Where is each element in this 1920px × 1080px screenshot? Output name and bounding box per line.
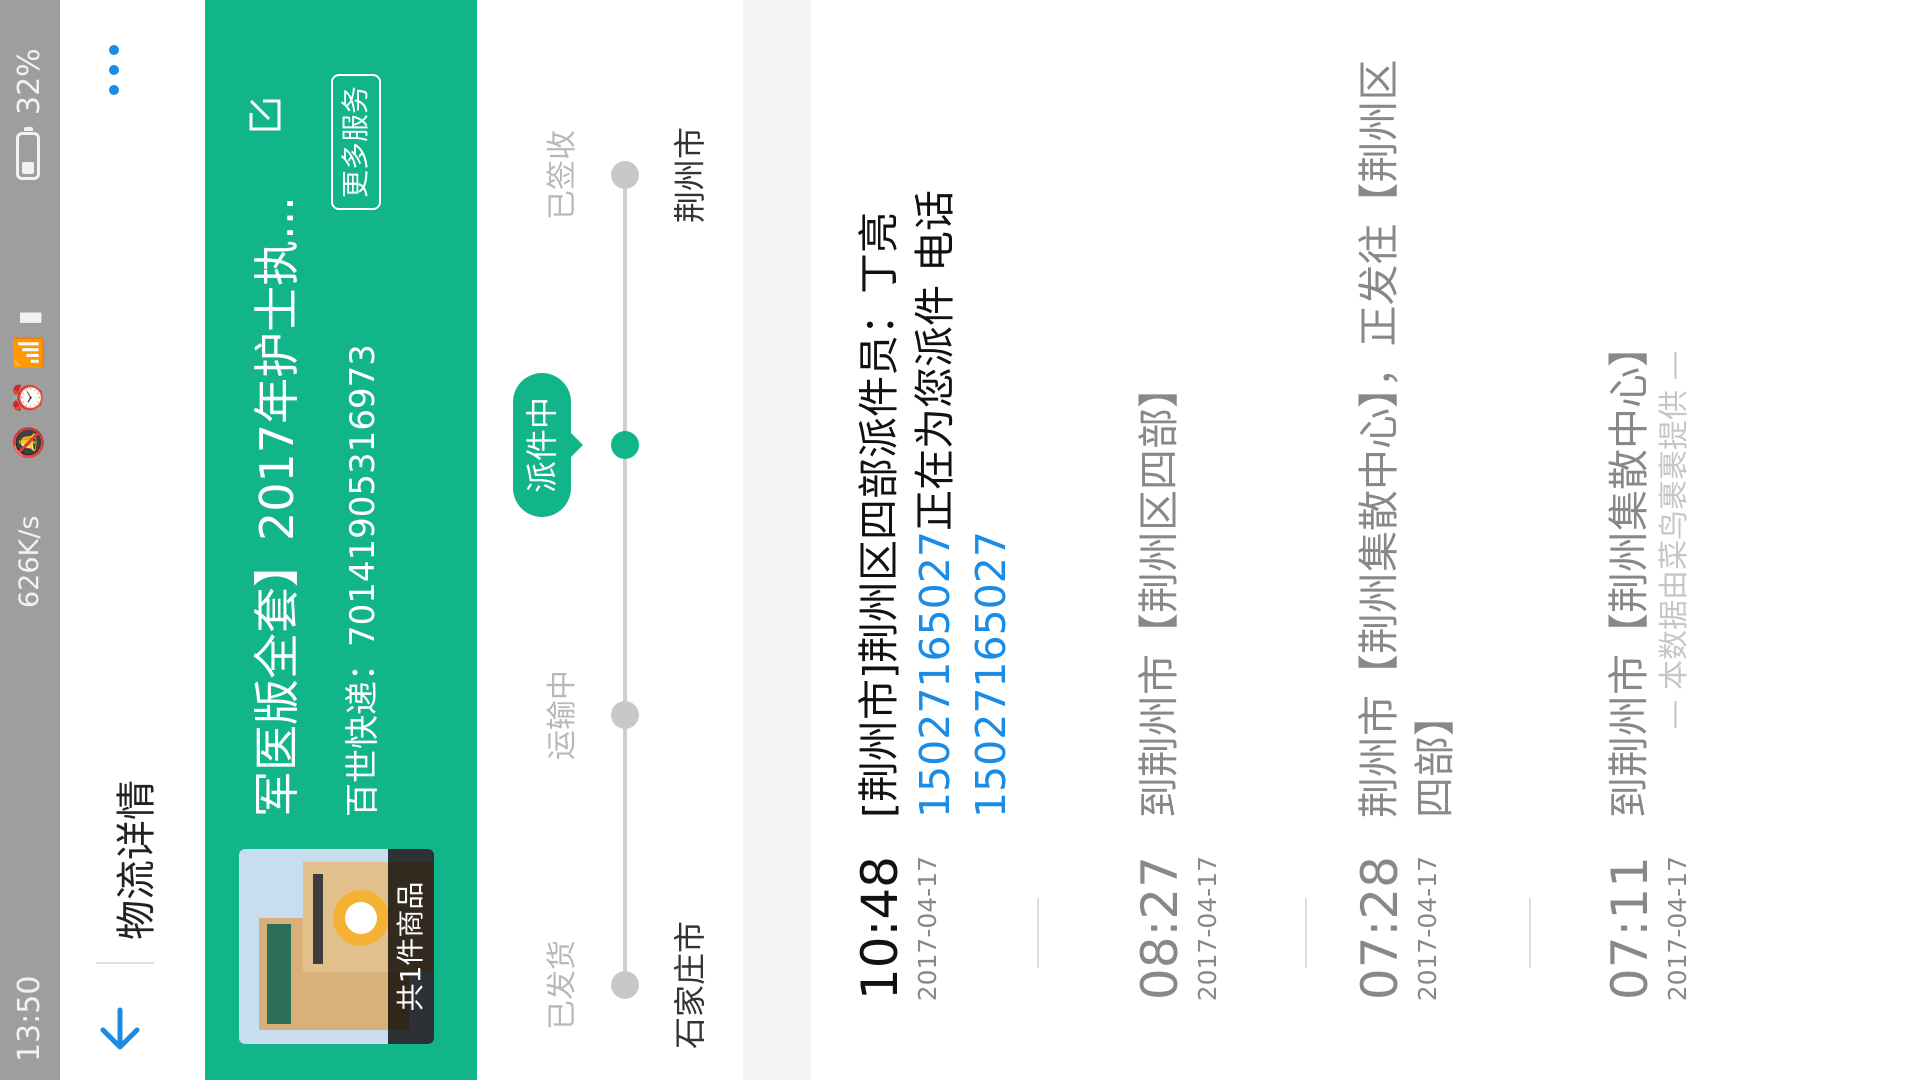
arrow-back-icon[interactable] [90, 998, 150, 1058]
section-divider [743, 0, 811, 1080]
timeline-description: [荆州市]荆州区四部派件员：丁亮 15027165027正在为您派件 电话1502… [851, 28, 1019, 818]
progress-tracker: 已发货 运输中 派件中 已签收 石家庄市 荆州市 [477, 0, 743, 1080]
timeline-time: 10:48 [851, 856, 909, 1001]
item-count-badge: 共1件商品 [388, 849, 434, 1044]
timeline-description: 到荆州市【荆州区四部】 [1131, 28, 1187, 818]
timeline-description: 荆州市【荆州集散中心】，正发往【荆州区四部】 [1351, 28, 1463, 819]
timeline-time: 07:28 [1351, 856, 1409, 1001]
timeline-timestamp: 08:27 2017-04-17 [1131, 856, 1222, 1066]
timeline-date: 2017-04-17 [1413, 856, 1442, 1002]
destination-city: 荆州市 [671, 126, 709, 224]
timeline-timestamp: 10:48 2017-04-17 [851, 856, 942, 1066]
timeline-time: 08:27 [1131, 856, 1189, 1001]
mute-icon: 🔕 [12, 415, 45, 460]
timeline-text: 到荆州市【荆州区四部】 [1135, 367, 1183, 818]
timeline-text: 到荆州市【荆州集散中心】 [1605, 326, 1653, 818]
progress-step-dot [611, 431, 639, 459]
origin-city: 石家庄市 [671, 920, 709, 1050]
progress-step-label: 已发货 [545, 940, 580, 1030]
wifi-icon: 📶 [12, 325, 45, 371]
progress-step-dot [611, 161, 639, 189]
progress-step-dot [611, 701, 639, 729]
edit-icon[interactable] [245, 95, 285, 135]
timeline-text: 正在为您派件 电话 [911, 190, 959, 532]
progress-step-dot [611, 971, 639, 999]
status-time: 13:50 [12, 975, 47, 1062]
signal-icon: ▮ [12, 299, 45, 326]
alarm-icon: ⏰ [12, 370, 45, 416]
product-thumbnail[interactable]: 共1件商品 [239, 849, 434, 1044]
progress-line [623, 166, 627, 998]
timeline-timestamp: 07:28 2017-04-17 [1351, 856, 1442, 1066]
app-header: 物流详情 [60, 0, 205, 1080]
timeline-text: [荆州市]荆州区四部派件员：丁亮 [855, 212, 903, 818]
page-title: 物流详情 [114, 780, 160, 940]
status-bar: 13:50 626K/s 🔕⏰📶▮ 32% [0, 0, 60, 1080]
progress-step-label: 已签收 [545, 130, 580, 220]
timeline-separator [1305, 898, 1307, 968]
data-source-footer: — 本数据由菜鸟裹裹提供 — [1657, 350, 1692, 730]
tracking-timeline: 10:48 2017-04-17 [荆州市]荆州区四部派件员：丁亮 150271650… [811, 0, 1920, 1080]
phone-link[interactable]: 15027165027 [911, 531, 959, 818]
progress-current-step: 派件中 [513, 372, 571, 518]
timeline-date: 2017-04-17 [1193, 856, 1222, 1002]
status-icons: 🔕⏰📶▮ [12, 300, 45, 460]
timeline-date: 2017-04-17 [913, 856, 942, 1002]
product-name: 军医版全套】2017年护士执... [250, 196, 304, 817]
package-card: 共1件商品 军医版全套】2017年护士执... 百世快递：70141905316… [205, 0, 477, 1080]
battery-percent: 32% [12, 48, 47, 115]
progress-step-label: 运输中 [545, 670, 580, 760]
timeline-text: 荆州市【荆州集散中心】，正发往【荆州区四部】 [1355, 59, 1459, 819]
header-divider [96, 962, 154, 964]
timeline-separator [1529, 898, 1531, 968]
network-speed: 626K/s [14, 515, 45, 608]
battery-icon [16, 132, 40, 180]
more-services-button[interactable]: 更多服务 [331, 74, 381, 210]
phone-link[interactable]: 15027165027 [967, 531, 1015, 818]
more-dots-icon[interactable] [94, 40, 134, 100]
courier-tracking-number: 百世快递：70141905316973 [343, 344, 383, 817]
timeline-separator [1037, 898, 1039, 968]
